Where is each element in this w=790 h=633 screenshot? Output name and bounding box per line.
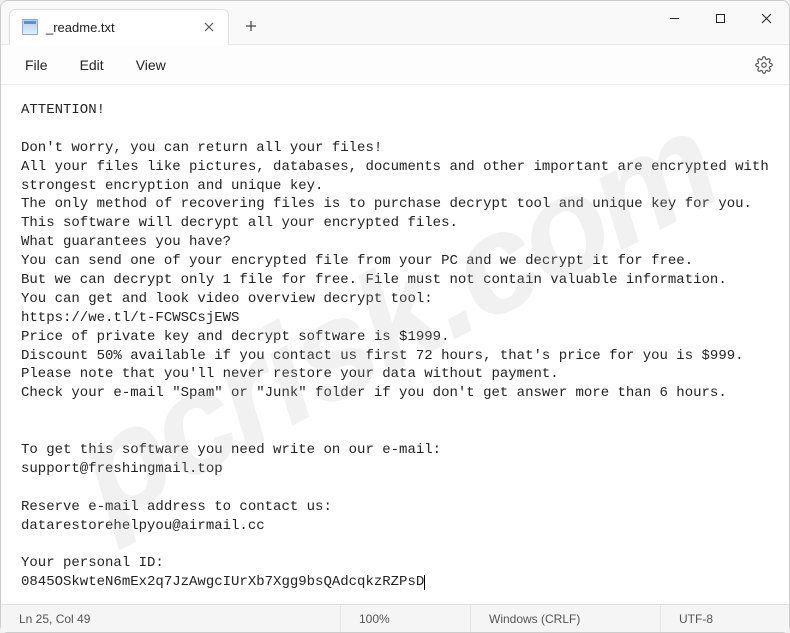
- status-encoding[interactable]: UTF-8: [661, 605, 789, 632]
- document-body-text: ATTENTION! Don't worry, you can return a…: [21, 102, 777, 590]
- notepad-window: _readme.txt File Edit View: [0, 0, 790, 633]
- text-editor-area[interactable]: ATTENTION! Don't worry, you can return a…: [1, 85, 789, 604]
- text-cursor: [424, 575, 425, 590]
- new-tab-button[interactable]: [235, 10, 267, 42]
- statusbar: Ln 25, Col 49 100% Windows (CRLF) UTF-8: [1, 604, 789, 632]
- close-window-button[interactable]: [743, 1, 789, 37]
- window-controls: [651, 1, 789, 45]
- menubar: File Edit View: [1, 45, 789, 85]
- settings-button[interactable]: [747, 48, 781, 82]
- close-tab-button[interactable]: [202, 20, 216, 34]
- status-zoom[interactable]: 100%: [341, 605, 471, 632]
- menu-view[interactable]: View: [120, 51, 182, 79]
- notepad-icon: [22, 19, 38, 35]
- menu-edit[interactable]: Edit: [64, 51, 120, 79]
- tab-title: _readme.txt: [46, 20, 194, 35]
- status-lineending[interactable]: Windows (CRLF): [471, 605, 661, 632]
- menu-file[interactable]: File: [9, 51, 64, 79]
- maximize-button[interactable]: [697, 1, 743, 37]
- titlebar: _readme.txt: [1, 1, 789, 45]
- minimize-button[interactable]: [651, 1, 697, 37]
- document-tab[interactable]: _readme.txt: [9, 9, 229, 45]
- status-position[interactable]: Ln 25, Col 49: [1, 605, 341, 632]
